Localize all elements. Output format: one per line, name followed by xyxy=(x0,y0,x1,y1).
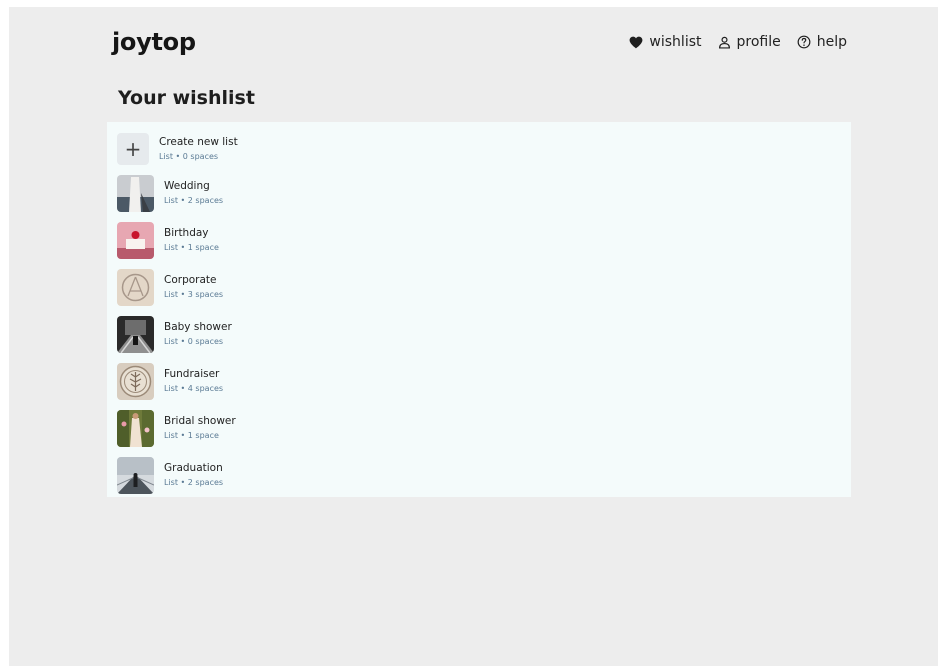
header: joytop wishlist profile help xyxy=(112,27,847,57)
list-item-corporate[interactable]: Corporate List • 3 spaces xyxy=(117,268,223,306)
list-item-birthday[interactable]: Birthday List • 1 space xyxy=(117,221,219,259)
list-item-fundraiser[interactable]: Fundraiser List • 4 spaces xyxy=(117,362,223,400)
create-list-subtitle: List • 0 spaces xyxy=(159,152,219,161)
list-item-title: Baby shower xyxy=(164,321,232,333)
list-thumbnail xyxy=(117,315,154,353)
list-thumbnail xyxy=(117,221,154,259)
list-item-subtitle: List • 3 spaces xyxy=(164,290,224,299)
user-icon xyxy=(718,36,731,49)
list-item-baby-shower[interactable]: Baby shower List • 0 spaces xyxy=(117,315,232,353)
list-thumbnail xyxy=(117,362,154,400)
nav-profile[interactable]: profile xyxy=(718,34,781,50)
list-item-title: Birthday xyxy=(164,227,209,239)
top-nav: wishlist profile help xyxy=(629,34,847,50)
list-item-title: Wedding xyxy=(164,180,210,192)
nav-help-label: help xyxy=(816,34,847,50)
list-item-title: Corporate xyxy=(164,274,217,286)
list-item-bridal-shower[interactable]: Bridal shower List • 1 space xyxy=(117,409,236,447)
nav-help[interactable]: help xyxy=(797,34,847,50)
list-item-subtitle: List • 1 space xyxy=(164,431,219,440)
heart-icon xyxy=(629,36,643,49)
nav-profile-label: profile xyxy=(736,34,781,50)
list-thumbnail xyxy=(117,174,154,212)
list-item-wedding[interactable]: Wedding List • 2 spaces xyxy=(117,174,223,212)
logo[interactable]: joytop xyxy=(112,28,196,56)
help-circle-icon xyxy=(797,35,811,49)
list-item-subtitle: List • 1 space xyxy=(164,243,219,252)
list-item-subtitle: List • 2 spaces xyxy=(164,196,224,205)
list-item-title: Fundraiser xyxy=(164,368,220,380)
create-new-list[interactable]: + Create new list List • 0 spaces xyxy=(117,130,238,168)
nav-wishlist[interactable]: wishlist xyxy=(629,34,702,50)
list-item-graduation[interactable]: Graduation List • 2 spaces xyxy=(117,456,223,494)
nav-wishlist-label: wishlist xyxy=(649,34,702,50)
list-item-subtitle: List • 0 spaces xyxy=(164,337,224,346)
list-item-subtitle: List • 2 spaces xyxy=(164,478,224,487)
list-item-title: Graduation xyxy=(164,462,223,474)
plus-icon: + xyxy=(117,133,149,165)
create-list-title: Create new list xyxy=(159,136,238,148)
list-item-subtitle: List • 4 spaces xyxy=(164,384,224,393)
list-thumbnail xyxy=(117,456,154,494)
wishlist-panel: + Create new list List • 0 spaces Weddin… xyxy=(107,122,851,497)
app-frame: joytop wishlist profile help Your wishli… xyxy=(9,7,938,666)
list-thumbnail xyxy=(117,409,154,447)
list-item-title: Bridal shower xyxy=(164,415,236,427)
page-title: Your wishlist xyxy=(118,87,255,109)
list-thumbnail xyxy=(117,268,154,306)
